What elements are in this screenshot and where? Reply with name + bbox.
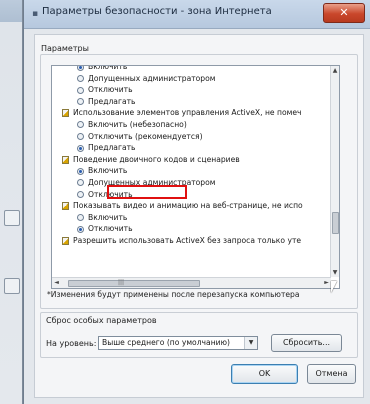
radio-option[interactable]: Допущенных администратором: [52, 177, 331, 189]
radio-selected-icon[interactable]: [77, 66, 84, 71]
radio-option-label: Включить: [88, 65, 128, 72]
setting-group-icon: [62, 155, 69, 164]
title-bar[interactable]: ▪ Параметры безопасности - зона Интернет…: [24, 0, 370, 29]
vertical-scrollbar[interactable]: ▲ ▼: [330, 66, 339, 277]
ok-button[interactable]: OK: [231, 364, 298, 384]
radio-option-label: Включить (небезопасно): [88, 120, 187, 130]
settings-group-label: Параметры: [41, 44, 89, 53]
parent-window-edge: [0, 0, 23, 404]
window-title: Параметры безопасности - зона Интернета: [42, 6, 272, 17]
setting-group-label: Показывать видео и анимацию на веб-стран…: [73, 201, 303, 211]
level-dropdown[interactable]: Выше среднего (по умолчанию) ▼: [98, 336, 258, 350]
setting-group-icon: [62, 236, 69, 245]
radio-selected-icon[interactable]: [77, 225, 84, 233]
scroll-left-arrow[interactable]: ◄: [52, 278, 61, 288]
security-settings-dialog: ▪ Параметры безопасности - зона Интернет…: [23, 0, 370, 404]
radio-option[interactable]: Отключить: [52, 84, 331, 96]
radio-option-label: Предлагать: [88, 96, 136, 106]
radio-selected-icon[interactable]: [77, 167, 84, 175]
radio-option-label: Отключить: [88, 189, 133, 199]
parent-window-button[interactable]: [4, 210, 20, 226]
radio-option-label: Отключить: [88, 224, 133, 234]
radio-option[interactable]: Отключить: [52, 189, 331, 201]
setting-group: Поведение двоичного кодов и сценариев: [52, 154, 331, 166]
window-icon: ▪: [32, 9, 39, 19]
scroll-up-arrow[interactable]: ▲: [331, 66, 339, 75]
setting-group-label: Поведение двоичного кодов и сценариев: [73, 154, 240, 164]
radio-unselected-icon[interactable]: [77, 214, 84, 222]
radio-unselected-icon[interactable]: [77, 121, 84, 129]
radio-option[interactable]: Отключить: [52, 223, 331, 235]
setting-group: Использование элементов управления Activ…: [52, 107, 331, 119]
radio-option[interactable]: Включить (небезопасно): [52, 119, 331, 131]
reset-frame: Сброс особых параметров На уровень: Выше…: [40, 312, 358, 358]
radio-option-label: Отключить: [88, 85, 133, 95]
scroll-grip-icon: |||: [118, 279, 125, 286]
scroll-right-arrow[interactable]: ►: [322, 278, 331, 288]
restart-notice: *Изменения будут применены после перезап…: [47, 290, 300, 299]
cancel-button[interactable]: Отмена: [307, 364, 356, 384]
parent-window-button[interactable]: [4, 278, 20, 294]
level-dropdown-value: Выше среднего (по умолчанию): [102, 338, 230, 347]
horizontal-scroll-thumb[interactable]: [68, 280, 200, 287]
radio-option[interactable]: Отключить (рекомендуется): [52, 131, 331, 143]
radio-option[interactable]: Предлагать: [52, 142, 331, 154]
settings-tree-content: Включить Допущенных администратором Отключ…: [52, 65, 331, 247]
reset-group-label: Сброс особых параметров: [46, 316, 157, 325]
radio-unselected-icon[interactable]: [77, 191, 84, 199]
radio-option[interactable]: Включить: [52, 65, 331, 73]
radio-option[interactable]: Предлагать: [52, 96, 331, 108]
radio-unselected-icon[interactable]: [77, 75, 84, 83]
scroll-down-arrow[interactable]: ▼: [331, 268, 339, 277]
radio-selected-icon[interactable]: [77, 144, 84, 152]
radio-option-label: Включить: [88, 212, 128, 222]
reset-button[interactable]: Сбросить...: [271, 334, 342, 352]
horizontal-scrollbar[interactable]: ◄ ||| ►: [52, 277, 331, 288]
radio-option-label: Предлагать: [88, 143, 136, 153]
settings-tree[interactable]: Включить Допущенных администратором Отключ…: [51, 65, 340, 289]
vertical-scroll-thumb[interactable]: [332, 212, 339, 234]
radio-option[interactable]: Включить: [52, 212, 331, 224]
radio-unselected-icon[interactable]: [77, 86, 84, 94]
radio-unselected-icon[interactable]: [77, 98, 84, 106]
close-icon: ✕: [339, 6, 349, 19]
setting-group: Показывать видео и анимацию на веб-стран…: [52, 200, 331, 212]
radio-option-label: Отключить (рекомендуется): [88, 131, 203, 141]
chevron-down-icon[interactable]: ▼: [244, 337, 257, 349]
setting-group-label: Использование элементов управления Activ…: [73, 108, 302, 118]
setting-group: Разрешить использовать ActiveX без запро…: [52, 235, 331, 247]
radio-unselected-icon[interactable]: [77, 133, 84, 141]
setting-group-icon: [62, 202, 69, 211]
close-button[interactable]: ✕: [323, 3, 365, 23]
mouse-cursor-icon: [331, 281, 343, 293]
radio-option-label: Допущенных администратором: [88, 73, 216, 83]
dialog-client-area: Параметры Включить Допущенных администрат…: [34, 34, 364, 398]
setting-group-icon: [62, 109, 69, 118]
radio-option[interactable]: Допущенных администратором: [52, 73, 331, 85]
radio-option-label: Включить: [88, 166, 128, 176]
setting-group-label: Разрешить использовать ActiveX без запро…: [73, 236, 302, 246]
settings-frame: Включить Допущенных администратором Отключ…: [40, 54, 358, 309]
level-label: На уровень:: [46, 339, 97, 348]
radio-option[interactable]: Включить: [52, 165, 331, 177]
radio-option-label: Допущенных администратором: [88, 178, 216, 188]
radio-unselected-icon[interactable]: [77, 179, 84, 187]
